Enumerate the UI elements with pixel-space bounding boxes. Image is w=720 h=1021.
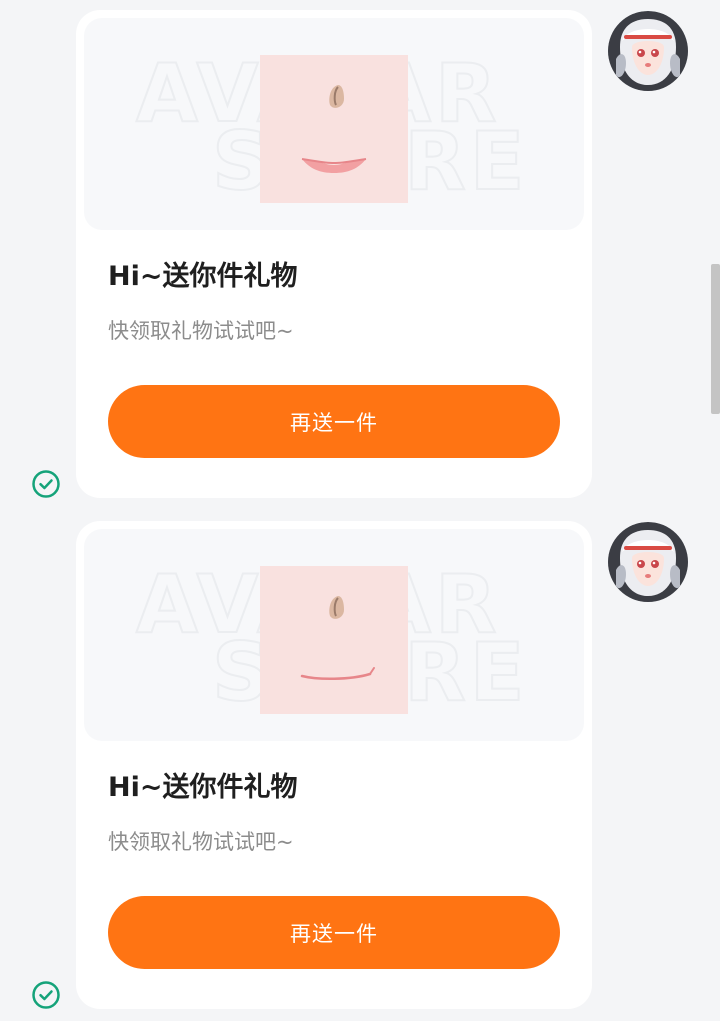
thin-smile-mouth-icon <box>260 566 408 714</box>
gift-subtitle: 快领取礼物试试吧~ <box>108 830 294 854</box>
gift-title: Hi~送你件礼物 <box>108 261 298 292</box>
avatar[interactable] <box>608 522 688 602</box>
anime-avatar-icon <box>608 11 688 91</box>
avatar[interactable] <box>608 11 688 91</box>
resend-gift-button[interactable]: 再送一件 <box>108 385 560 458</box>
chat-message-1: AVATAR STORE Hi~送你件礼物 快领取礼物试试吧~ 再送一件 <box>0 0 720 510</box>
check-circle-icon <box>32 981 60 1009</box>
chat-message-2: AVATAR STORE Hi~送你件礼物 快领取礼物试试吧~ 再送一件 <box>0 511 720 1021</box>
scrollbar[interactable] <box>711 264 720 414</box>
gift-card[interactable]: AVATAR STORE Hi~送你件礼物 快领取礼物试试吧~ 再送一件 <box>76 10 592 498</box>
gift-image <box>260 566 408 714</box>
anime-avatar-icon <box>608 522 688 602</box>
gift-image <box>260 55 408 203</box>
sent-status <box>31 980 61 1010</box>
gift-title: Hi~送你件礼物 <box>108 772 298 803</box>
smile-mouth-icon <box>260 55 408 203</box>
resend-gift-button[interactable]: 再送一件 <box>108 896 560 969</box>
gift-card[interactable]: AVATAR STORE Hi~送你件礼物 快领取礼物试试吧~ 再送一件 <box>76 521 592 1009</box>
gift-preview[interactable]: AVATAR STORE <box>84 18 584 230</box>
sent-status <box>31 469 61 499</box>
check-circle-icon <box>32 470 60 498</box>
gift-preview[interactable]: AVATAR STORE <box>84 529 584 741</box>
gift-subtitle: 快领取礼物试试吧~ <box>108 319 294 343</box>
